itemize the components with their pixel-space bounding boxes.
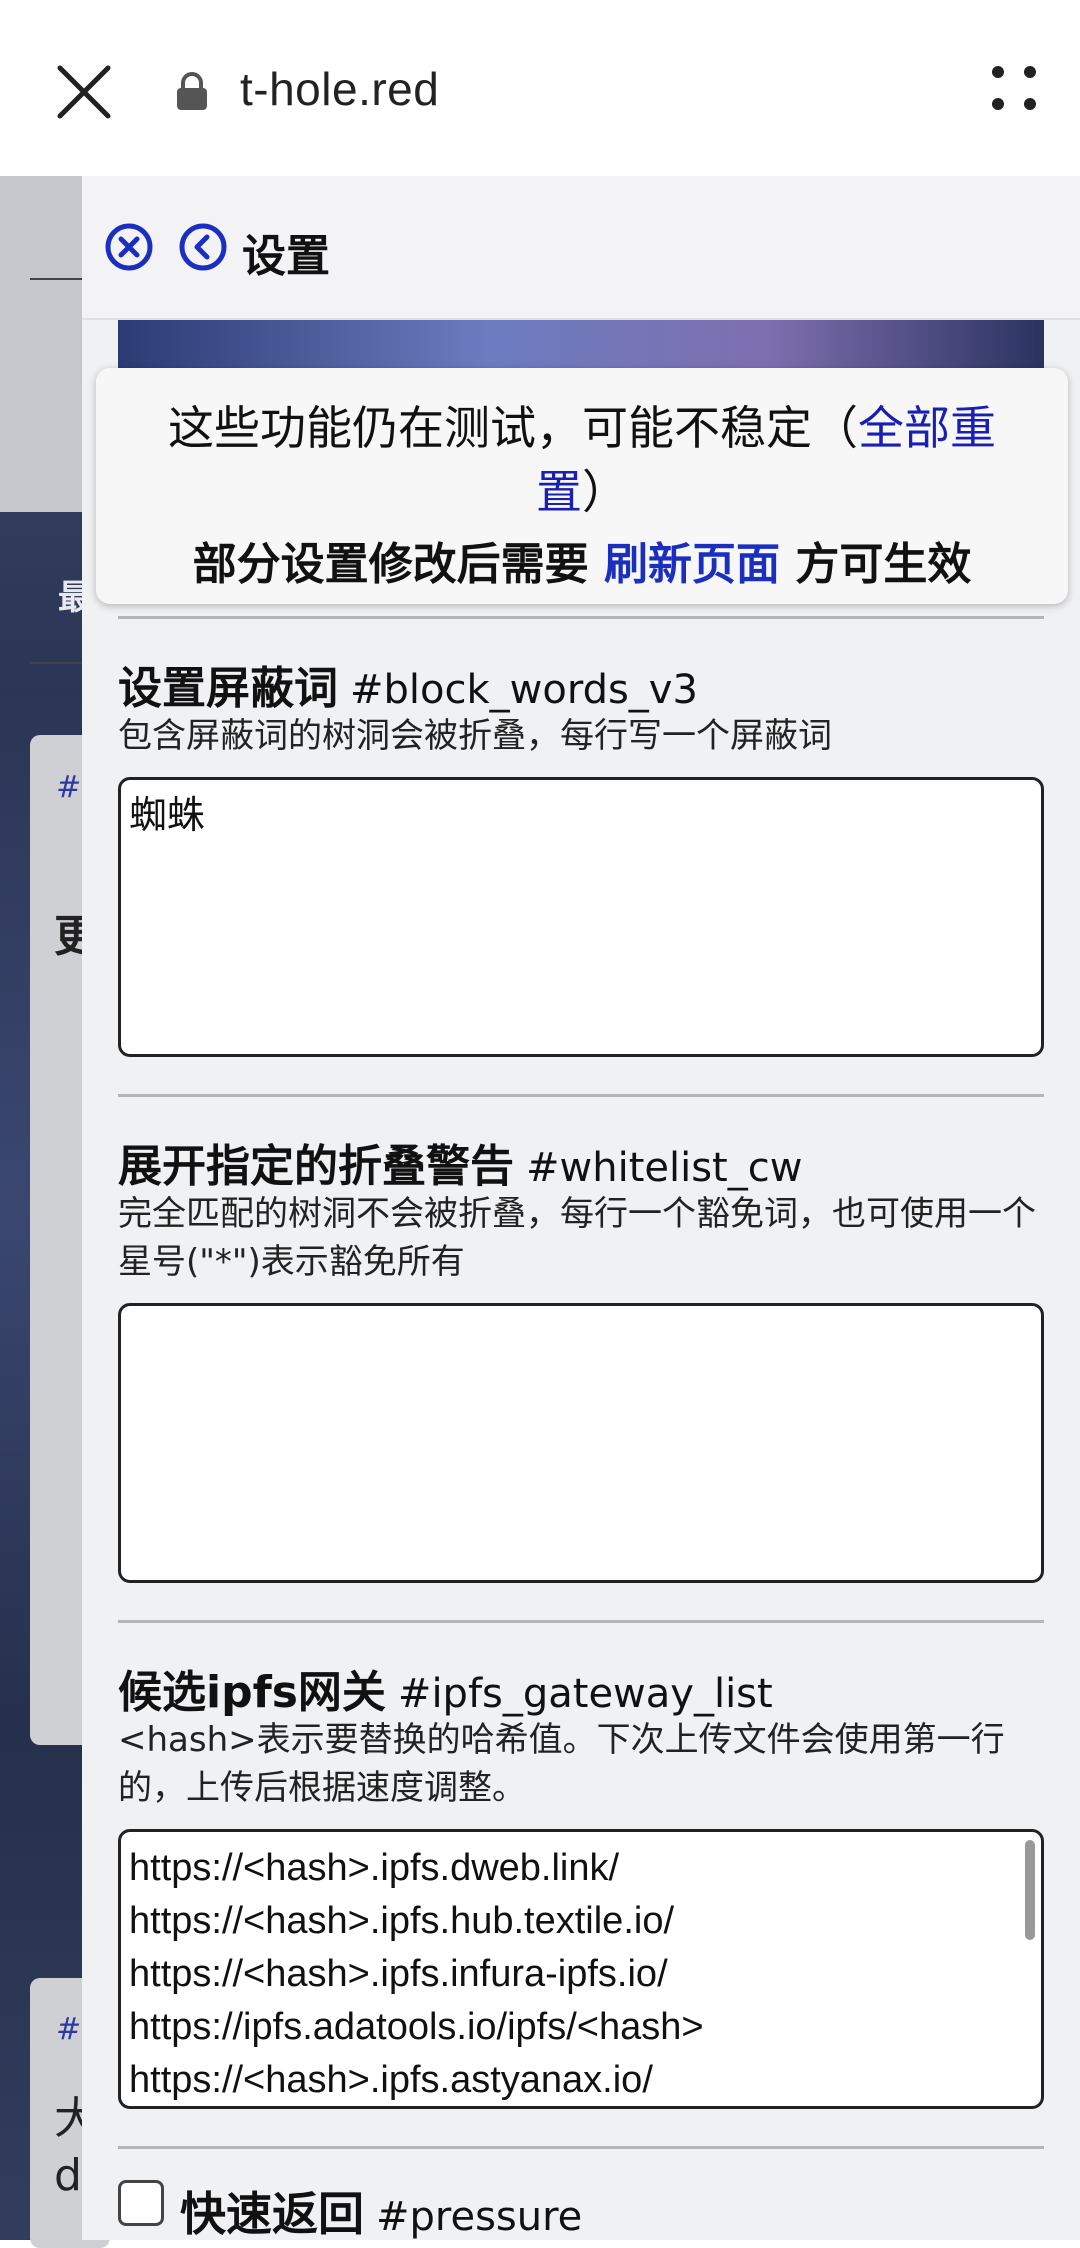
pressure-tag: #pressure <box>376 2194 583 2240</box>
close-icon[interactable] <box>54 62 114 122</box>
block-words-title: 设置屏蔽词 <box>118 663 338 714</box>
ipfs-gateway-description: <hash>表示要替换的哈希值。下次上传文件会使用第一行的，上传后根据速度调整。 <box>118 1720 1005 1808</box>
background-divider <box>30 662 90 664</box>
section-divider <box>118 616 1044 619</box>
test-notice-card: 这些功能仍在测试，可能不稳定（全部重置） 部分设置修改后需要 刷新页面 方可生效 <box>96 368 1068 604</box>
more-options-icon[interactable] <box>990 64 1040 114</box>
ipfs-gateway-tag: #ipfs_gateway_list <box>397 1671 773 1717</box>
notice-refresh-suffix: 方可生效 <box>795 539 972 590</box>
settings-header <box>82 176 1080 320</box>
background-hash: # <box>56 770 82 805</box>
lock-icon <box>177 72 207 110</box>
pressure-label[interactable]: 快速返回 #pressure <box>180 2178 582 2244</box>
textarea-scrollbar[interactable] <box>1025 1840 1035 1940</box>
background-header-strip <box>0 176 90 512</box>
background-divider <box>30 278 90 280</box>
whitelist-cw-description: 完全匹配的树洞不会被折叠，每行一个豁免词，也可使用一个星号("*")表示豁免所有 <box>118 1194 1036 1282</box>
whitelist-cw-tag: #whitelist_cw <box>526 1145 803 1191</box>
ipfs-gateway-textarea[interactable]: https://<hash>.ipfs.dweb.link/ https://<… <box>118 1829 1044 2109</box>
block-words-heading: 设置屏蔽词 #block_words_v3 <box>118 652 698 716</box>
back-circle-icon[interactable] <box>178 222 228 272</box>
whitelist-cw-title: 展开指定的折叠警告 <box>118 1141 514 1192</box>
refresh-page-link[interactable]: 刷新页面 <box>604 539 780 590</box>
ipfs-gateway-line: https://<hash>.ipfs.infura-ipfs.io/ <box>129 1953 668 1995</box>
settings-title: 设置 <box>242 231 330 282</box>
whitelist-cw-textarea[interactable] <box>118 1303 1044 1583</box>
notice-line-2: 部分设置修改后需要 刷新页面 方可生效 <box>96 528 1068 592</box>
ipfs-gateway-title: 候选ipfs网关 <box>118 1667 386 1718</box>
block-words-tag: #block_words_v3 <box>350 667 698 713</box>
block-words-description: 包含屏蔽词的树洞会被折叠，每行写一个屏蔽词 <box>118 716 832 756</box>
section-divider <box>118 2146 1044 2149</box>
block-words-textarea[interactable]: 蜘蛛 <box>118 777 1044 1057</box>
browser-toolbar: t-hole.red <box>0 0 1080 176</box>
section-divider <box>118 1094 1044 1097</box>
pressure-checkbox[interactable] <box>118 2180 164 2226</box>
address-bar-url[interactable]: t-hole.red <box>240 62 439 116</box>
background-hash: # <box>56 2012 82 2047</box>
notice-text: 这些功能仍在测试，可能不稳定（ <box>168 401 858 455</box>
ipfs-gateway-line: https://<hash>.ipfs.hub.textile.io/ <box>129 1900 675 1942</box>
whitelist-cw-heading: 展开指定的折叠警告 #whitelist_cw <box>118 1130 802 1194</box>
ipfs-gateway-line: https://<hash>.ipfs.astyanax.io/ <box>129 2059 653 2101</box>
notice-refresh-prefix: 部分设置修改后需要 <box>192 539 589 590</box>
ipfs-gateway-line: https://ipfs.adatools.io/ipfs/<hash> <box>129 2006 704 2048</box>
notice-text-end: ） <box>582 465 628 519</box>
header-background-image <box>118 320 1044 370</box>
close-circle-icon[interactable] <box>104 222 154 272</box>
ipfs-gateway-line: https://<hash>.ipfs.dweb.link/ <box>129 1847 620 1889</box>
background-card-char: d <box>54 2150 82 2201</box>
ipfs-gateway-heading: 候选ipfs网关 #ipfs_gateway_list <box>118 1656 773 1720</box>
section-divider <box>118 1620 1044 1623</box>
notice-line-1: 这些功能仍在测试，可能不稳定（全部重置） <box>96 396 1068 524</box>
pressure-title: 快速返回 <box>180 2187 364 2241</box>
